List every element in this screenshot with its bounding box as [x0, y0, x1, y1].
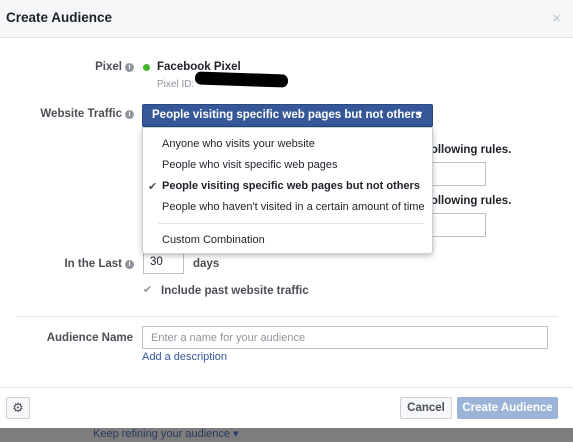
website-traffic-select[interactable]: People visiting specific web pages but n…: [142, 104, 433, 127]
background-page-strip: Keep refining your audience ▾: [0, 428, 573, 442]
rule-input[interactable]: [428, 213, 486, 237]
audience-name-label: Audience Name: [46, 332, 133, 344]
add-description-link[interactable]: Add a description: [142, 351, 227, 363]
days-input[interactable]: 30: [143, 253, 184, 274]
website-traffic-dropdown: Anyone who visits your website People wh…: [142, 127, 433, 254]
website-traffic-label-row: Website Traffic i: [10, 108, 134, 120]
pixel-label-row: Pixel i: [60, 61, 134, 73]
info-icon[interactable]: i: [125, 260, 134, 269]
pixel-id-label: Pixel ID:: [157, 79, 195, 90]
website-traffic-label: Website Traffic: [40, 108, 122, 120]
in-the-last-label-row: In the Last i: [40, 258, 134, 270]
include-past-checkbox[interactable]: ✔: [143, 285, 154, 296]
option-not-visited[interactable]: People who haven't visited in a certain …: [162, 201, 425, 213]
create-audience-dialog: Create Audience × Pixel i Facebook Pixel …: [0, 0, 573, 428]
pixel-status-dot: [143, 64, 150, 71]
redaction-mark: [194, 71, 289, 88]
include-past-label: Include past website traffic: [161, 285, 309, 297]
option-specific-but-not-others[interactable]: People visiting specific web pages but n…: [162, 180, 420, 192]
caret-down-icon: ▼: [415, 109, 424, 119]
option-custom-combination[interactable]: Custom Combination: [162, 234, 265, 246]
option-anyone[interactable]: Anyone who visits your website: [162, 138, 315, 150]
gear-icon: ⚙: [12, 400, 24, 415]
rule-input[interactable]: [428, 162, 486, 186]
website-traffic-selected: People visiting specific web pages but n…: [152, 109, 422, 121]
in-the-last-label: In the Last: [64, 258, 122, 270]
audience-name-input[interactable]: Enter a name for your audience: [142, 326, 548, 349]
rules-text: following rules.: [427, 144, 512, 156]
days-unit: days: [193, 258, 220, 270]
create-audience-button[interactable]: Create Audience: [457, 397, 558, 419]
option-specific-pages[interactable]: People who visit specific web pages: [162, 159, 337, 171]
check-icon: ✔: [148, 181, 158, 193]
cancel-button[interactable]: Cancel: [400, 397, 452, 419]
section-divider: [16, 316, 558, 317]
info-icon[interactable]: i: [125, 63, 134, 72]
pixel-label: Pixel: [95, 61, 122, 73]
info-icon[interactable]: i: [125, 110, 134, 119]
dialog-header: Create Audience ×: [0, 0, 573, 38]
footer-divider: [0, 387, 573, 388]
close-icon[interactable]: ×: [552, 10, 561, 27]
dialog-title: Create Audience: [6, 10, 113, 25]
settings-button[interactable]: ⚙: [6, 397, 30, 419]
menu-divider: [158, 223, 424, 224]
rules-text: following rules.: [427, 195, 512, 207]
keep-refining-text: Keep refining your audience ▾: [93, 428, 239, 440]
